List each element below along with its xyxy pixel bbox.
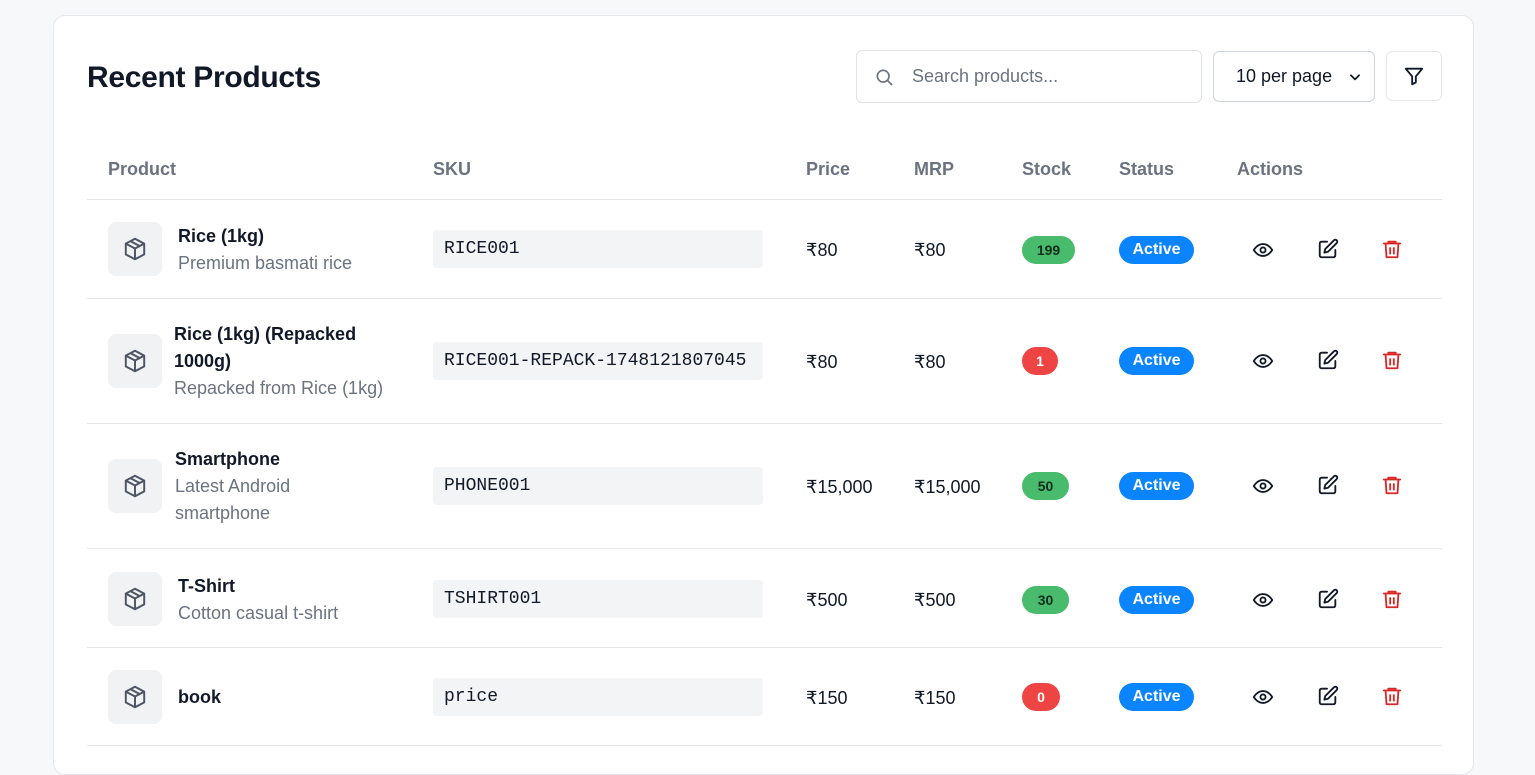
package-icon (124, 685, 146, 709)
stock-badge: 0 (1022, 683, 1060, 711)
price-value: ₹150 (806, 688, 848, 708)
delete-button[interactable] (1379, 347, 1405, 373)
table-row: book price ₹150 ₹150 0 Active (87, 648, 1442, 746)
product-thumbnail (108, 222, 162, 276)
product-description: Repacked from Rice (1kg) (174, 378, 384, 398)
product-description: Premium basmati rice (178, 253, 353, 273)
table-row: T-Shirt Cotton casual t-shirt TSHIRT001 … (87, 549, 1442, 648)
stock-badge: 199 (1022, 236, 1075, 264)
edit-icon (1318, 685, 1339, 706)
edit-button[interactable] (1315, 236, 1341, 262)
chevron-down-icon (1350, 73, 1360, 80)
eye-icon (1252, 243, 1274, 257)
column-header-actions: Actions (1237, 159, 1304, 179)
product-name: Rice (1kg) (178, 226, 265, 246)
per-page-select[interactable]: 10 per page (1213, 51, 1375, 102)
sku-value: RICE001 (433, 230, 763, 268)
trash-icon (1382, 351, 1402, 370)
status-badge: Active (1119, 236, 1194, 264)
status-badge: Active (1119, 347, 1194, 375)
trash-icon (1382, 476, 1402, 495)
sku-value: price (433, 678, 763, 716)
product-thumbnail (108, 459, 162, 513)
product-name: Smartphone (175, 449, 281, 469)
column-header-status[interactable]: Status (1119, 159, 1174, 180)
table-row: Smartphone Latest Android smartphone PHO… (87, 424, 1442, 549)
package-icon (124, 474, 146, 498)
product-name: T-Shirt (178, 576, 235, 596)
sku-value: TSHIRT001 (433, 580, 763, 618)
trash-icon (1382, 590, 1402, 609)
mrp-value: ₹80 (914, 352, 946, 372)
edit-icon (1318, 588, 1339, 609)
trash-icon (1382, 687, 1402, 706)
stock-badge: 30 (1022, 586, 1069, 614)
mrp-value: ₹500 (914, 590, 956, 610)
view-button[interactable] (1250, 684, 1276, 710)
sku-value: PHONE001 (433, 467, 763, 505)
delete-button[interactable] (1379, 236, 1405, 262)
product-thumbnail (108, 334, 162, 388)
column-header-product[interactable]: Product (108, 159, 176, 180)
table-row: Rice (1kg) (Repacked 1000g) Repacked fro… (87, 299, 1442, 424)
column-header-sku[interactable]: SKU (433, 159, 471, 180)
view-button[interactable] (1250, 348, 1276, 374)
search-box[interactable] (856, 50, 1202, 103)
stock-badge: 50 (1022, 472, 1069, 500)
price-value: ₹80 (806, 352, 838, 372)
delete-button[interactable] (1379, 472, 1405, 498)
column-header-mrp[interactable]: MRP (914, 159, 954, 180)
recent-products-card: Recent Products 10 per page Product SKU … (53, 15, 1474, 775)
status-badge: Active (1119, 472, 1194, 500)
search-icon (876, 69, 893, 85)
filter-button[interactable] (1386, 51, 1442, 101)
eye-icon (1252, 593, 1274, 607)
edit-button[interactable] (1315, 347, 1341, 373)
edit-icon (1318, 349, 1339, 370)
trash-icon (1382, 240, 1402, 259)
product-name: book (178, 687, 221, 707)
view-button[interactable] (1250, 237, 1276, 263)
package-icon (124, 587, 146, 611)
edit-button[interactable] (1315, 683, 1341, 709)
eye-icon (1252, 479, 1274, 493)
product-thumbnail (108, 670, 162, 724)
package-icon (124, 237, 146, 261)
mrp-value: ₹150 (914, 688, 956, 708)
edit-button[interactable] (1315, 586, 1341, 612)
product-description: Cotton casual t-shirt (178, 603, 339, 623)
price-value: ₹500 (806, 590, 848, 610)
product-name: Rice (1kg) (Repacked 1000g) (174, 324, 357, 371)
mrp-value: ₹80 (914, 240, 946, 260)
edit-icon (1318, 474, 1339, 495)
stock-badge: 1 (1022, 347, 1058, 375)
status-badge: Active (1119, 586, 1194, 614)
delete-button[interactable] (1379, 586, 1405, 612)
sku-value: RICE001-REPACK-1748121807045 (433, 342, 763, 380)
table-row: Rice (1kg) Premium basmati rice RICE001 … (87, 200, 1442, 299)
edit-icon (1318, 238, 1339, 259)
price-value: ₹15,000 (806, 477, 873, 497)
edit-button[interactable] (1315, 472, 1341, 498)
view-button[interactable] (1250, 587, 1276, 613)
eye-icon (1252, 690, 1274, 704)
per-page-value: 10 per page (1236, 66, 1333, 86)
product-thumbnail (108, 572, 162, 626)
column-header-stock[interactable]: Stock (1022, 159, 1071, 180)
column-header-price[interactable]: Price (806, 159, 850, 180)
status-badge: Active (1119, 683, 1194, 711)
delete-button[interactable] (1379, 683, 1405, 709)
view-button[interactable] (1250, 473, 1276, 499)
mrp-value: ₹15,000 (914, 477, 981, 497)
product-description: Latest Android smartphone (175, 476, 291, 523)
package-icon (124, 349, 146, 373)
page-title: Recent Products (87, 61, 321, 94)
filter-icon (1404, 67, 1424, 86)
search-input[interactable] (912, 66, 1182, 87)
price-value: ₹80 (806, 240, 838, 260)
eye-icon (1252, 354, 1274, 368)
